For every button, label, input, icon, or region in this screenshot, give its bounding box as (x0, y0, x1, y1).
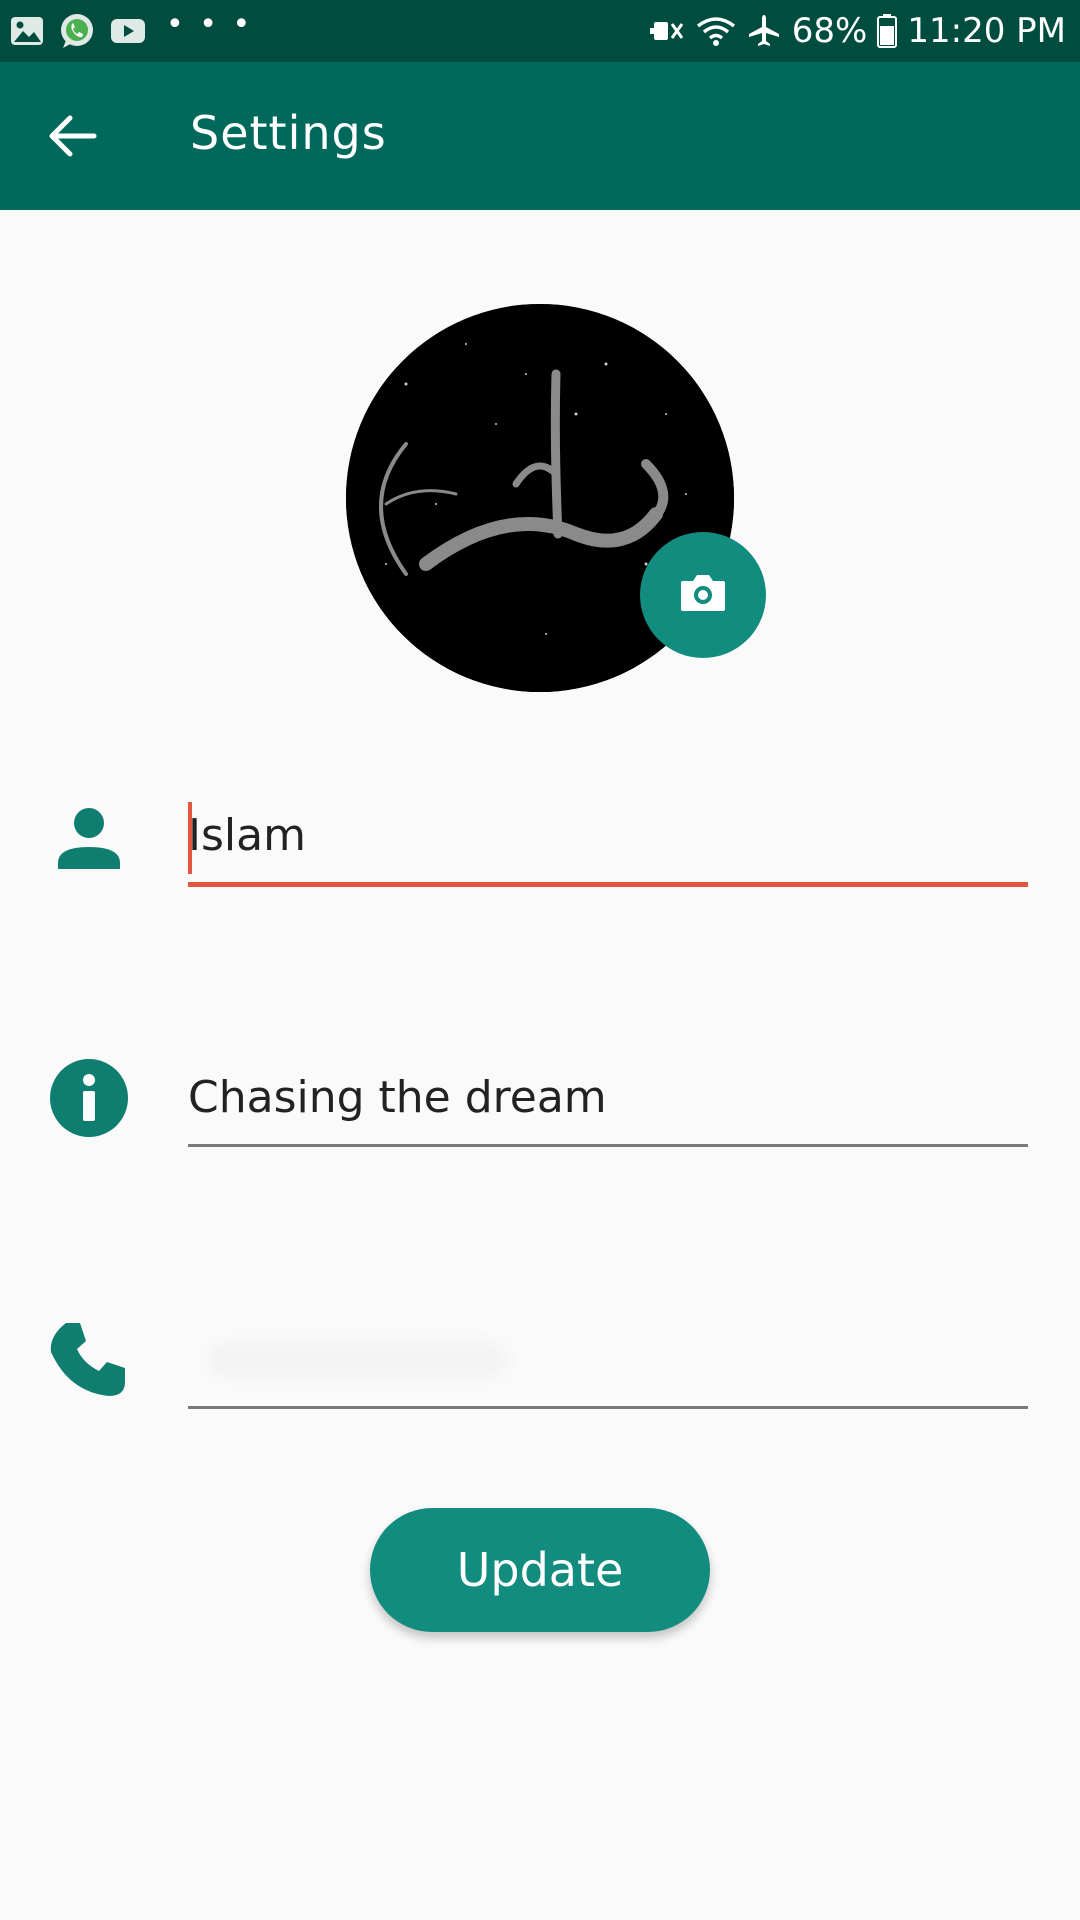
name-field[interactable]: Islam (188, 802, 1028, 887)
about-field[interactable]: Chasing the dream (188, 1068, 1028, 1147)
arrow-back-icon[interactable] (46, 110, 98, 162)
phone-icon (49, 1320, 129, 1400)
name-input[interactable]: Islam (188, 806, 1028, 866)
airplane-mode-icon (746, 13, 782, 49)
change-photo-button[interactable] (640, 532, 766, 658)
name-field-underline (188, 882, 1028, 887)
whatsapp-icon (58, 12, 96, 50)
status-bar: • • • 68% 11:20 PM (0, 0, 1080, 62)
battery-icon (877, 14, 898, 48)
person-icon (49, 798, 129, 878)
phone-field[interactable] (188, 1330, 1028, 1409)
more-notifications-icon: • • • (166, 6, 254, 42)
camera-icon (679, 573, 727, 617)
wifi-icon (696, 14, 736, 48)
about-input[interactable]: Chasing the dream (188, 1068, 1028, 1128)
phone-field-underline (188, 1406, 1028, 1409)
notification-icons: • • • (10, 7, 253, 50)
clock: 11:20 PM (907, 11, 1066, 51)
battery-percent: 68% (791, 11, 868, 51)
app-toolbar: Settings (0, 62, 1080, 210)
mute-icon (649, 14, 686, 48)
info-icon (49, 1058, 129, 1138)
gallery-icon (10, 16, 44, 46)
text-caret (188, 802, 192, 874)
redacted-phone-number (208, 1342, 508, 1378)
update-button[interactable]: Update (370, 1508, 710, 1632)
page-title: Settings (190, 106, 387, 160)
system-status: 68% 11:20 PM (649, 8, 1066, 54)
about-field-underline (188, 1144, 1028, 1147)
youtube-icon (110, 17, 146, 45)
